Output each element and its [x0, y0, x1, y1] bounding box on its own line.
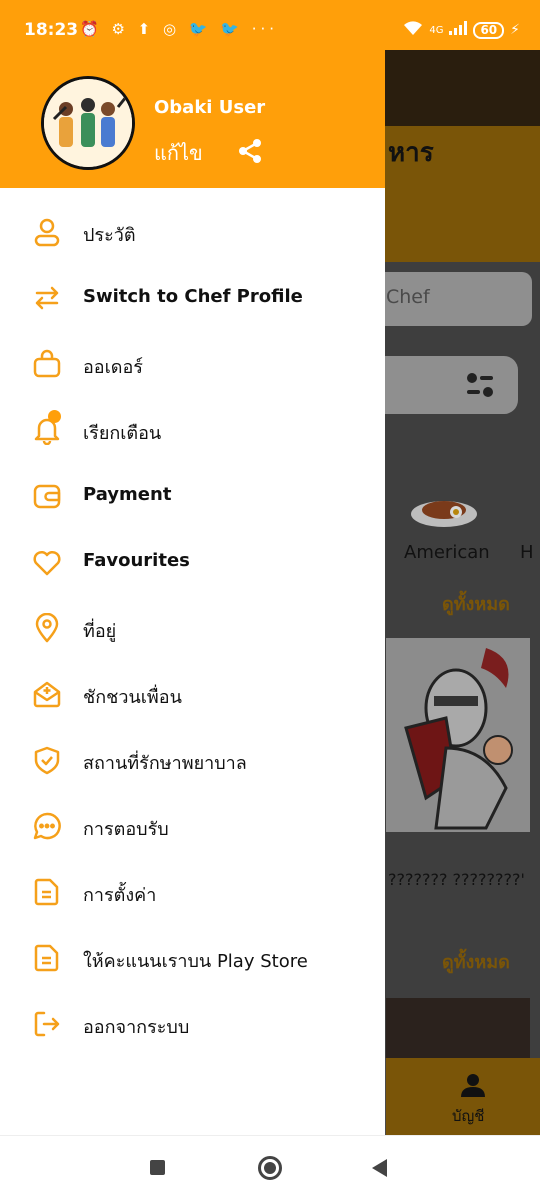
menu-label: Payment	[83, 484, 172, 505]
menu-item-logout[interactable]: ออกจากระบบ	[0, 990, 385, 1056]
location-pin-icon	[35, 613, 59, 643]
account-icon	[461, 1074, 485, 1097]
recents-button[interactable]	[150, 1160, 165, 1175]
menu-label: Favourites	[83, 550, 190, 571]
menu-label: สถานที่รักษาพยาบาล	[83, 753, 247, 774]
menu-label: ออกจากระบบ	[83, 1017, 190, 1038]
menu-item-address[interactable]: ที่อยู่	[0, 594, 385, 660]
menu-label: ออเดอร์	[83, 357, 143, 378]
home-button-dot	[264, 1162, 276, 1174]
american-food-image	[411, 501, 477, 527]
drawer-menu: ประวัติ Switch to Chef Profile ออเดอร์ เ…	[0, 198, 385, 1056]
document-icon	[34, 878, 59, 906]
home-button[interactable]	[258, 1156, 282, 1180]
menu-label: การตั้งค่า	[83, 885, 157, 906]
background-search-placeholder: Chef	[386, 286, 430, 308]
menu-item-medical-facilities[interactable]: สถานที่รักษาพยาบาล	[0, 726, 385, 792]
share-icon[interactable]	[236, 137, 264, 165]
background-filter-box	[370, 356, 518, 414]
status-notification-icons: ⏰ ⚙ ⬆ ◎ 🐦 🐦 ···	[80, 20, 279, 38]
avatar[interactable]	[41, 76, 135, 170]
see-all-link-1: ดูทั้งหมด	[442, 594, 510, 615]
drawer-header: Obaki User แก้ไข	[0, 50, 385, 188]
knight-mascot-image	[386, 638, 530, 832]
avatar-illustration	[44, 79, 132, 167]
back-button[interactable]	[372, 1159, 387, 1177]
menu-item-rate-play-store[interactable]: ให้คะแนนเราบน Play Store	[0, 924, 385, 990]
menu-item-payment[interactable]: Payment	[0, 462, 385, 528]
signal-icon	[449, 21, 468, 39]
menu-item-switch-chef[interactable]: Switch to Chef Profile	[0, 264, 385, 330]
filter-icon	[467, 373, 493, 397]
wallet-icon	[33, 484, 61, 509]
background-card-title: ??????? ????????'	[388, 870, 525, 889]
menu-label: ที่อยู่	[83, 621, 117, 642]
menu-item-invite-friends[interactable]: ชักชวนเพื่อน	[0, 660, 385, 726]
charging-icon: ⚡	[510, 22, 520, 38]
menu-label: ชักชวนเพื่อน	[83, 687, 182, 708]
menu-item-feedback[interactable]: การตอบรับ	[0, 792, 385, 858]
wifi-icon	[403, 20, 423, 40]
user-icon	[34, 218, 60, 247]
status-time: 18:23	[24, 20, 79, 40]
notification-dot	[48, 410, 61, 423]
knight-illustration	[386, 638, 530, 832]
menu-item-settings[interactable]: การตั้งค่า	[0, 858, 385, 924]
switch-arrows-icon	[35, 286, 59, 310]
edit-profile-link[interactable]: แก้ไข	[154, 137, 203, 169]
shield-check-icon	[34, 746, 60, 775]
heart-icon	[33, 550, 61, 576]
document-icon	[34, 944, 59, 972]
chat-bubble-icon	[33, 812, 61, 840]
navigation-drawer: Obaki User แก้ไข ประวัติ Switch to Chef …	[0, 0, 385, 1135]
category-american: American	[404, 542, 490, 563]
status-bar: 18:23 ⏰ ⚙ ⬆ ◎ 🐦 🐦 ··· 4G 60 ⚡	[0, 0, 540, 50]
network-type: 4G	[429, 24, 444, 36]
menu-label: การตอบรับ	[83, 819, 169, 840]
battery-level: 60	[473, 21, 505, 39]
menu-item-orders[interactable]: ออเดอร์	[0, 330, 385, 396]
status-right-group: 4G 60 ⚡	[403, 20, 520, 40]
background-title: หาร	[388, 138, 434, 168]
menu-label: ประวัติ	[83, 225, 136, 246]
background-search-input: Chef	[370, 272, 532, 326]
shopping-bag-icon	[33, 349, 61, 378]
category-next: H	[520, 542, 534, 563]
see-all-link-2: ดูทั้งหมด	[442, 952, 510, 973]
bottom-nav-account-label: บัญชี	[452, 1107, 485, 1125]
user-name: Obaki User	[154, 97, 266, 118]
background-image-2	[386, 998, 530, 1058]
system-nav-bar	[0, 1135, 540, 1200]
menu-item-favourites[interactable]: Favourites	[0, 528, 385, 594]
menu-item-history[interactable]: ประวัติ	[0, 198, 385, 264]
logout-icon	[34, 1011, 60, 1037]
menu-label: ให้คะแนนเราบน Play Store	[83, 951, 308, 972]
menu-label: Switch to Chef Profile	[83, 286, 303, 307]
menu-item-notifications[interactable]: เรียกเตือน	[0, 396, 385, 462]
menu-label: เรียกเตือน	[83, 423, 162, 444]
invite-mail-icon	[33, 681, 61, 708]
